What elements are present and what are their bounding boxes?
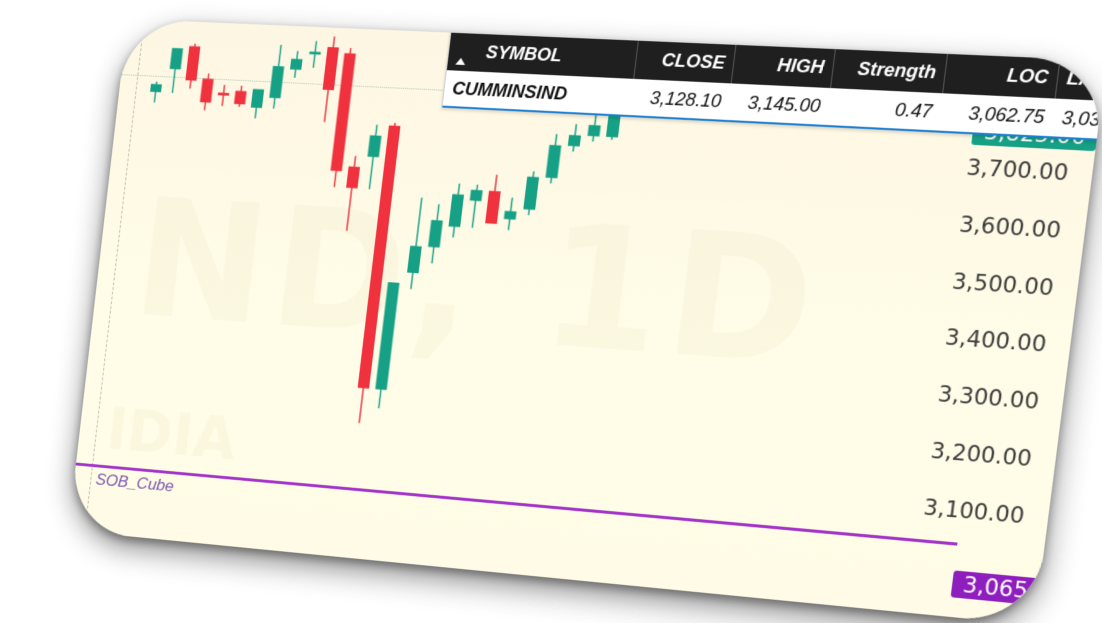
candle[interactable] [523, 171, 540, 215]
candle-body [358, 125, 401, 388]
cell-la: 3,039.00 [1052, 106, 1102, 133]
candle-body [290, 59, 303, 70]
candle-body [323, 47, 339, 90]
candle[interactable] [545, 134, 563, 184]
candle[interactable] [587, 114, 602, 142]
candle-body [568, 135, 581, 147]
candle-body [367, 135, 381, 157]
candle[interactable] [485, 174, 503, 224]
candle[interactable] [308, 41, 322, 68]
header-loc[interactable]: LOC [943, 52, 1061, 99]
screenshot-stage: ND, 1D IDIA 3,100.00 3,200.00 3,300.00 3,40… [0, 0, 1102, 623]
candle[interactable] [319, 36, 340, 122]
price-tick-label: 3,200.00 [929, 438, 1033, 471]
candle[interactable] [167, 48, 183, 93]
price-tick-label: 3,600.00 [958, 212, 1062, 243]
cell-symbol: CUMMINSIND [443, 78, 633, 108]
cell-high: 3,145.00 [728, 91, 830, 117]
candle[interactable] [341, 156, 361, 232]
candle[interactable] [503, 197, 519, 230]
candle-body [234, 91, 247, 105]
candle-body [449, 194, 465, 227]
candle[interactable] [250, 89, 265, 119]
candle-body [309, 52, 321, 55]
candle-body [251, 89, 264, 108]
candle-body [428, 220, 443, 248]
header-strength[interactable]: Strength [831, 47, 948, 93]
candle-body [545, 145, 561, 178]
candle-body [150, 84, 162, 92]
candle[interactable] [364, 124, 383, 189]
candle-body [504, 211, 517, 220]
candle-body [407, 246, 422, 274]
cell-close: 3,128.10 [631, 86, 731, 112]
candle[interactable] [268, 45, 287, 109]
header-la[interactable]: LA [1056, 57, 1102, 103]
candle-body [485, 191, 501, 224]
candle-body [269, 66, 284, 98]
chart-card: ND, 1D IDIA 3,100.00 3,200.00 3,300.00 3,40… [68, 19, 1102, 623]
price-tick-label: 3,100.00 [922, 495, 1026, 529]
price-tick-label: 3,300.00 [936, 382, 1040, 415]
candle[interactable] [289, 51, 303, 78]
candle-body [346, 166, 360, 188]
candle[interactable] [567, 124, 582, 152]
candle[interactable] [149, 81, 162, 103]
candle-body [185, 46, 200, 81]
candle[interactable] [466, 184, 483, 228]
candle-body [170, 48, 183, 70]
candle[interactable] [199, 73, 214, 110]
candle-body [470, 190, 483, 202]
candle[interactable] [234, 85, 248, 107]
candle[interactable] [184, 43, 200, 88]
cell-strength: 0.47 [827, 96, 942, 123]
candle-body [200, 78, 214, 102]
candle[interactable] [447, 183, 465, 238]
sort-ascending-icon [455, 58, 466, 65]
price-tick-label: 3,400.00 [944, 325, 1048, 357]
candle-wick [411, 198, 422, 289]
candle-body [523, 177, 539, 210]
candle-body [218, 93, 229, 96]
header-close[interactable]: CLOSE [634, 39, 736, 84]
candle[interactable] [426, 204, 445, 264]
header-high[interactable]: HIGH [732, 43, 837, 88]
candle[interactable] [217, 85, 231, 107]
price-tick-label: 3,700.00 [965, 155, 1070, 185]
price-tick-label: 3,500.00 [951, 269, 1055, 301]
candle[interactable] [405, 197, 428, 289]
cell-loc: 3,062.75 [939, 101, 1054, 128]
candle-body [587, 125, 600, 137]
